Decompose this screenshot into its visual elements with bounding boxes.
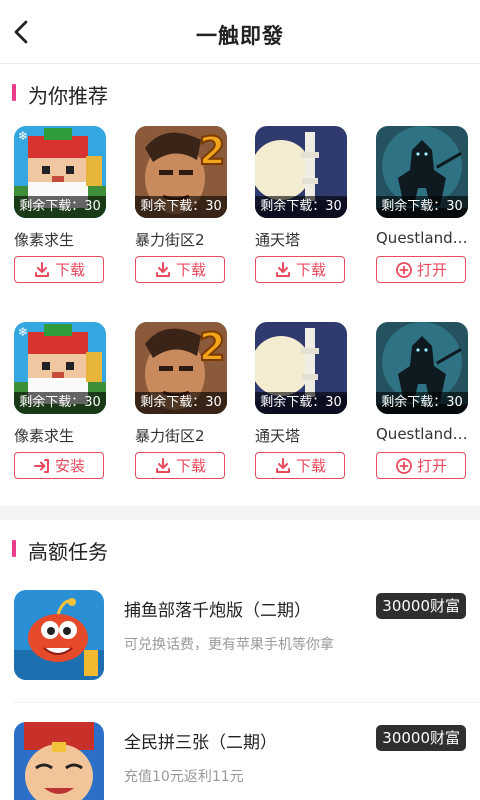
app-icon[interactable]: ❄ 剩余下载：30 [14, 126, 106, 218]
open-button[interactable]: 打开 [376, 256, 466, 283]
divider [14, 702, 480, 703]
remaining-downloads-label: 剩余下载：30 [376, 392, 468, 414]
button-label: 下载 [295, 457, 326, 475]
svg-text:❄: ❄ [18, 129, 28, 143]
section-accent-bar [12, 540, 16, 557]
task-item[interactable]: 全民拼三张（二期） 充值10元返利11元 30000财富 [0, 714, 480, 800]
button-label: 下载 [295, 261, 326, 279]
button-label: 下载 [175, 457, 206, 475]
app-name: 暴力街区2 [135, 427, 205, 445]
install-button[interactable]: 安装 [14, 452, 104, 479]
reward-badge[interactable]: 30000财富 [376, 593, 466, 619]
app-name: Questland… [376, 425, 468, 443]
page-title: 一触即發 [196, 24, 284, 48]
app-name: 像素求生 [14, 231, 75, 249]
download-button[interactable]: 下载 [135, 256, 225, 283]
app-icon[interactable]: 剩余下载：30 [255, 126, 347, 218]
download-icon [33, 261, 55, 279]
svg-text:❄: ❄ [18, 325, 28, 339]
download-icon [274, 261, 296, 279]
app-icon[interactable]: 剩余下载：30 [376, 126, 468, 218]
reward-badge[interactable]: 30000财富 [376, 725, 466, 751]
app-name: 通天塔 [255, 427, 301, 445]
remaining-downloads-label: 剩余下载：30 [135, 392, 227, 414]
button-label: 打开 [416, 261, 447, 279]
app-icon[interactable]: 剩余下载：30 [376, 322, 468, 414]
task-name: 捕鱼部落千炮版（二期） [124, 601, 311, 621]
app-icon[interactable]: 剩余下载：30 [255, 322, 347, 414]
section-accent-bar [12, 84, 16, 101]
section-title: 为你推荐 [28, 84, 108, 108]
download-icon [154, 261, 176, 279]
button-label: 下载 [54, 261, 85, 279]
app-name: Questland… [376, 229, 468, 247]
tasks-section: 高额任务 捕鱼部落千炮版（二期） 可兑换话费，更有苹果手机等你拿 30000财富 全民… [0, 520, 480, 800]
download-icon [154, 457, 176, 475]
app-name: 像素求生 [14, 427, 75, 445]
svg-text:2: 2 [199, 129, 225, 173]
remaining-downloads-label: 剩余下载：30 [376, 196, 468, 218]
top-bar: 一触即發 [0, 0, 480, 64]
app-name: 暴力街区2 [135, 231, 205, 249]
button-label: 打开 [416, 457, 447, 475]
app-icon[interactable]: 2 剩余下载：30 [135, 322, 227, 414]
task-item[interactable]: 捕鱼部落千炮版（二期） 可兑换话费，更有苹果手机等你拿 30000财富 [0, 582, 480, 703]
remaining-downloads-label: 剩余下载：30 [255, 196, 347, 218]
remaining-downloads-label: 剩余下载：30 [14, 392, 106, 414]
download-button[interactable]: 下载 [255, 452, 345, 479]
task-description: 可兑换话费，更有苹果手机等你拿 [124, 637, 334, 653]
app-icon[interactable]: ❄ 剩余下载：30 [14, 322, 106, 414]
button-label: 安装 [54, 457, 85, 475]
task-app-icon[interactable] [14, 590, 104, 680]
app-name: 通天塔 [255, 231, 301, 249]
svg-text:2: 2 [199, 325, 225, 369]
download-button[interactable]: 下载 [135, 452, 225, 479]
remaining-downloads-label: 剩余下载：30 [14, 196, 106, 218]
button-label: 下载 [175, 261, 206, 279]
download-icon [274, 457, 296, 475]
remaining-downloads-label: 剩余下载：30 [255, 392, 347, 414]
download-button[interactable]: 下载 [14, 256, 104, 283]
section-title: 高额任务 [28, 540, 108, 564]
open-icon [395, 457, 417, 475]
download-button[interactable]: 下载 [255, 256, 345, 283]
install-icon [33, 457, 55, 475]
task-name: 全民拼三张（二期） [124, 733, 277, 753]
app-icon[interactable]: 2 剩余下载：30 [135, 126, 227, 218]
open-button[interactable]: 打开 [376, 452, 466, 479]
task-description: 充值10元返利11元 [124, 769, 244, 785]
recommend-section: 为你推荐 ❄ 剩余下载：30 像素求生 下载 2 剩余下载：30 暴力街区2 下载 剩余下载：3… [0, 64, 480, 506]
task-app-icon[interactable] [14, 722, 104, 800]
open-icon [395, 261, 417, 279]
remaining-downloads-label: 剩余下载：30 [135, 196, 227, 218]
